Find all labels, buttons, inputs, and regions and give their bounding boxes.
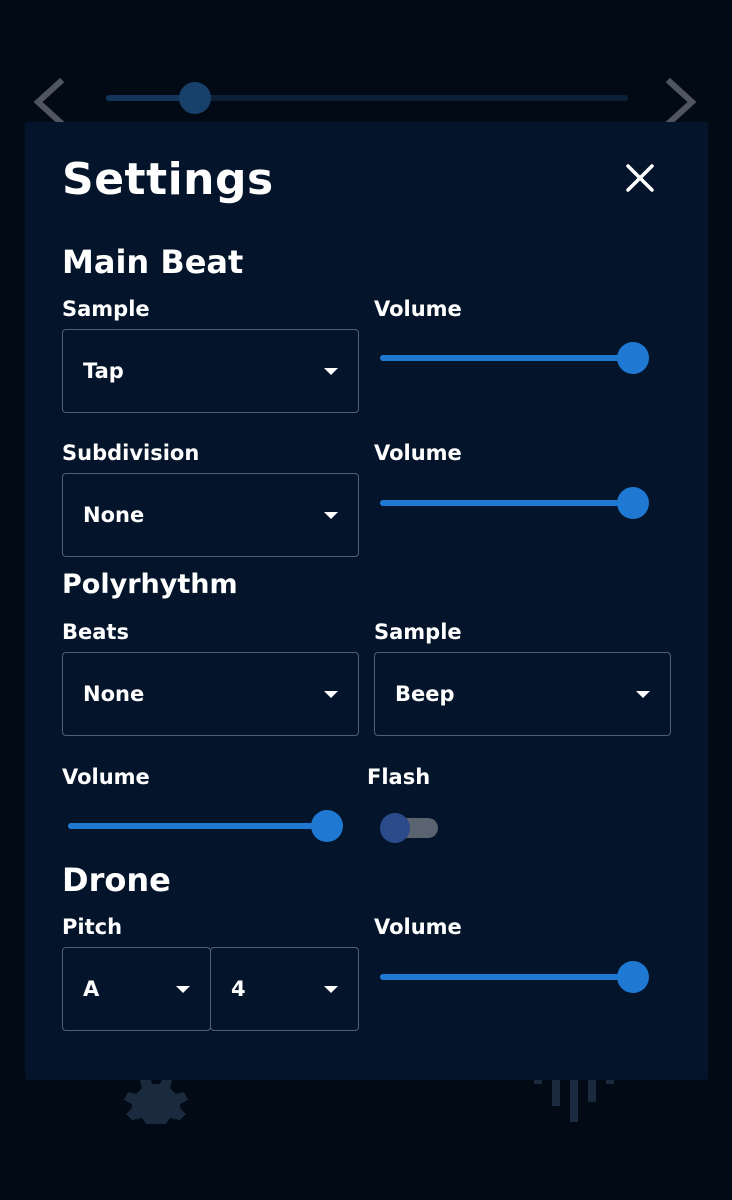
slider-fill (380, 500, 633, 506)
chevron-down-icon (324, 512, 338, 519)
sample-select[interactable]: Tap (62, 329, 359, 413)
polyrhythm-sample-select[interactable]: Beep (374, 652, 671, 736)
slider-thumb[interactable] (617, 961, 649, 993)
polyrhythm-sample-label: Sample (374, 620, 462, 644)
flash-toggle[interactable] (380, 812, 440, 843)
beats-label: Beats (62, 620, 129, 644)
chevron-down-icon (324, 986, 338, 993)
pitch-label: Pitch (62, 915, 123, 939)
settings-panel: Settings Main Beat Sample Volume Tap Sub… (25, 122, 708, 1080)
polyrhythm-volume-label: Volume (62, 765, 150, 789)
subdivision-volume-label: Volume (374, 441, 462, 465)
drone-volume-label: Volume (374, 915, 462, 939)
subdivision-select[interactable]: None (62, 473, 359, 557)
chevron-down-icon (176, 986, 190, 993)
slider-fill (380, 974, 633, 980)
background-slider-thumb[interactable] (178, 82, 211, 114)
beats-select[interactable]: None (62, 652, 359, 736)
sample-volume-slider[interactable] (380, 341, 649, 375)
chevron-down-icon (636, 691, 650, 698)
chevron-right-icon[interactable] (660, 78, 700, 126)
slider-fill (380, 355, 633, 361)
chevron-down-icon (324, 691, 338, 698)
pitch-note-select[interactable]: A (62, 947, 211, 1031)
background-tempo-slider[interactable] (106, 82, 628, 114)
section-heading-main-beat: Main Beat (62, 243, 244, 281)
sample-label: Sample (62, 297, 150, 321)
slider-thumb[interactable] (311, 810, 343, 842)
beats-select-value: None (83, 682, 145, 706)
subdivision-label: Subdivision (62, 441, 200, 465)
section-heading-polyrhythm: Polyrhythm (62, 569, 238, 600)
pitch-note-select-value: A (83, 977, 100, 1001)
section-heading-drone: Drone (62, 861, 171, 899)
sample-select-value: Tap (83, 359, 124, 383)
polyrhythm-volume-slider[interactable] (68, 809, 343, 843)
drone-volume-slider[interactable] (380, 960, 649, 994)
chevron-left-icon[interactable] (30, 78, 70, 126)
sample-volume-label: Volume (374, 297, 462, 321)
chevron-down-icon (324, 368, 338, 375)
pitch-octave-select[interactable]: 4 (210, 947, 359, 1031)
pitch-octave-select-value: 4 (231, 977, 246, 1001)
slider-thumb[interactable] (617, 342, 649, 374)
subdivision-volume-slider[interactable] (380, 486, 649, 520)
subdivision-select-value: None (83, 503, 145, 527)
polyrhythm-sample-select-value: Beep (395, 682, 455, 706)
close-icon[interactable] (622, 160, 658, 196)
flash-label: Flash (367, 765, 431, 789)
slider-thumb[interactable] (617, 487, 649, 519)
slider-fill (68, 823, 327, 829)
page-title: Settings (62, 154, 274, 205)
toggle-thumb (380, 813, 410, 843)
